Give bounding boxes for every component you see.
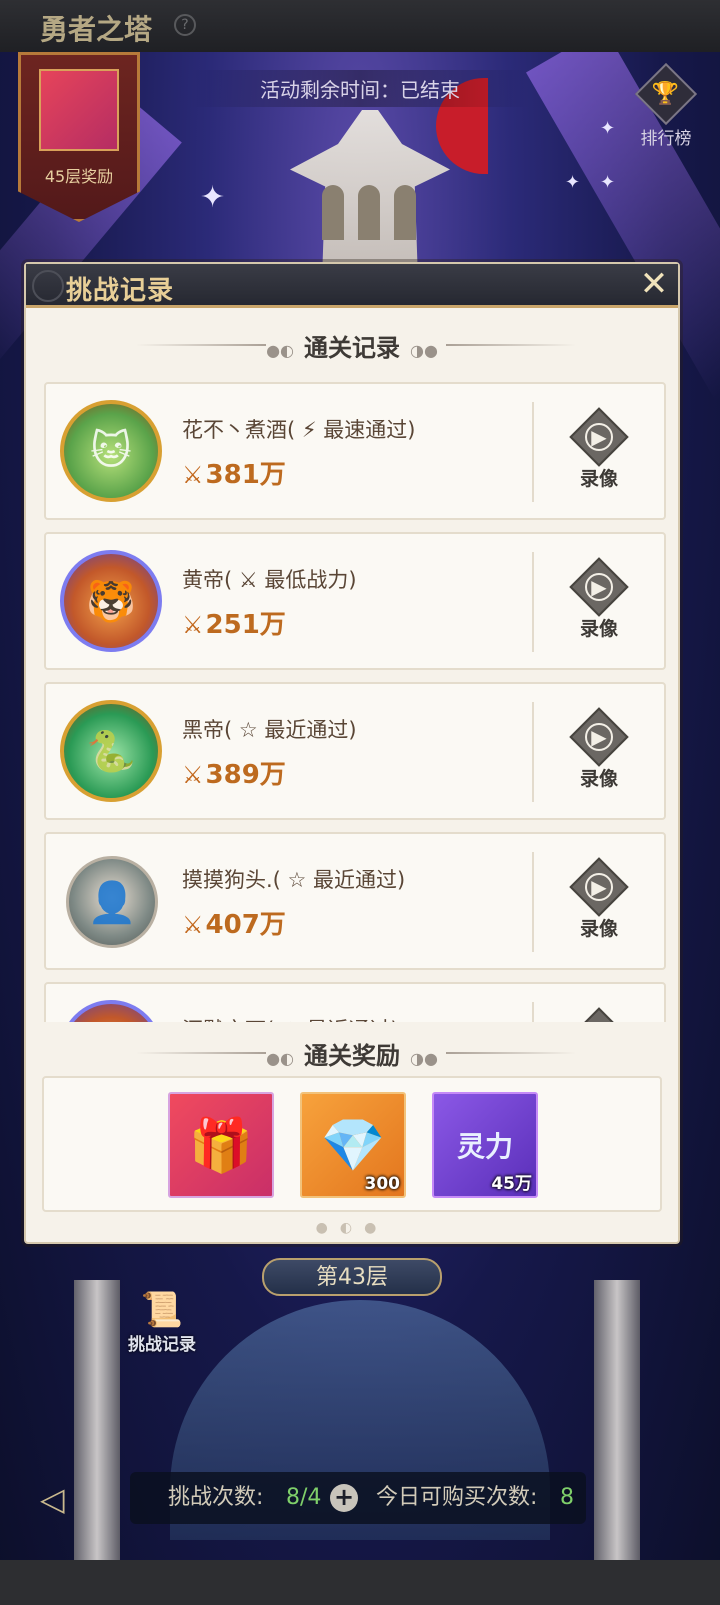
event-timer: 活动剩余时间：已结束	[190, 70, 530, 107]
replay-label: 录像	[579, 768, 618, 790]
player-avatar[interactable]: 🐍	[60, 700, 162, 802]
record-row: 👤 摸摸狗头.( ☆ 最近通过) ⚔407万 ▶ 录像	[44, 832, 666, 970]
record-row: 🐯 沉默之下( ☆ 最近通过) ⚔ ▶ 录像	[44, 982, 666, 1022]
rewards-section-header: ●◐ 通关奖励 ◑●	[266, 1042, 438, 1070]
page-indicator: ●◐●	[315, 1220, 389, 1236]
challenge-count-label: 挑战次数:	[168, 1485, 264, 1510]
crossed-swords-icon: ⚔	[182, 461, 204, 489]
reward-count: 300	[364, 1174, 401, 1194]
play-icon: ▶	[569, 1007, 629, 1022]
sparkle-icon: ✦	[600, 118, 616, 139]
power-value: ⚔381万	[182, 460, 286, 490]
replay-button[interactable]: ▶ 录像	[566, 707, 632, 792]
reward-diamond[interactable]: 💎 300	[300, 1092, 406, 1198]
player-name: 黄帝( ⚔ 最低战力)	[182, 568, 357, 592]
record-row: 🐱 花不丶煮酒( ⚡ 最速通过) ⚔381万 ▶ 录像	[44, 382, 666, 520]
player-name: 花不丶煮酒( ⚡ 最速通过)	[182, 418, 416, 442]
header-ornament	[32, 270, 64, 302]
gift-box-icon: 🎁	[188, 1115, 254, 1176]
pillar	[74, 1280, 120, 1560]
tower-window	[394, 185, 416, 240]
player-name: 摸摸狗头.( ☆ 最近通过)	[182, 868, 406, 892]
sparkle-icon: ✦	[200, 180, 226, 215]
trophy-icon: 🏆	[634, 62, 698, 126]
player-avatar[interactable]: 🐯	[60, 1000, 162, 1022]
reward-gift-box[interactable]: 🎁	[168, 1092, 274, 1198]
help-icon[interactable]: ?	[174, 14, 196, 36]
replay-label: 录像	[579, 918, 618, 940]
tower-window	[358, 185, 380, 240]
player-avatar[interactable]: 👤	[66, 856, 158, 948]
play-icon: ▶	[569, 707, 629, 767]
replay-label: 录像	[579, 468, 618, 490]
challenge-count-value: 8/4	[286, 1485, 322, 1510]
tower-window	[322, 185, 344, 240]
power-value: ⚔407万	[182, 910, 286, 940]
replay-button[interactable]: ▶ 录像	[566, 557, 632, 642]
sparkle-icon: ✦	[565, 172, 581, 193]
challenge-records-dialog: 挑战记录 ✕ ●◐ 通关记录 ◑● 🐱 花不丶煮酒( ⚡ 最速通过) ⚔381万 ▶…	[24, 262, 680, 1244]
floor-label: 第43层	[262, 1258, 442, 1296]
power-value: ⚔389万	[182, 760, 286, 790]
divider	[532, 402, 534, 502]
play-icon: ▶	[569, 857, 629, 917]
ranking-label: 排行榜	[640, 129, 692, 149]
divider	[532, 552, 534, 652]
record-row: 🐍 黑帝( ☆ 最近通过) ⚔389万 ▶ 录像	[44, 682, 666, 820]
divider	[532, 1002, 534, 1022]
replay-label: 录像	[579, 618, 618, 640]
crossed-swords-icon: ⚔	[182, 611, 204, 639]
records-section-title: 通关记录	[304, 334, 400, 362]
buy-count-value: 8	[560, 1485, 574, 1510]
player-avatar[interactable]: 🐱	[60, 400, 162, 502]
challenge-status-bar: 挑战次数: 8/4 + 今日可购买次数: 8	[130, 1472, 586, 1524]
records-section-header: ●◐ 通关记录 ◑●	[266, 334, 438, 362]
reward-spirit-power[interactable]: 灵力 45万	[432, 1092, 538, 1198]
dialog-header: 挑战记录 ✕	[26, 264, 678, 308]
challenge-records-label: 挑战记录	[128, 1335, 196, 1355]
scroll-icon: 📜	[140, 1290, 184, 1330]
gift-box-icon	[39, 69, 119, 151]
floor-reward-label: 45层奖励	[44, 167, 114, 186]
add-attempts-button[interactable]: +	[330, 1484, 358, 1512]
floor-reward-banner[interactable]: 45层奖励	[18, 52, 140, 222]
reward-count: 45万	[491, 1174, 532, 1194]
replay-button[interactable]: ▶ 录像	[566, 1007, 632, 1022]
divider	[532, 702, 534, 802]
ranking-button[interactable]: 🏆 排行榜	[630, 62, 702, 149]
record-row: 🐯 黄帝( ⚔ 最低战力) ⚔251万 ▶ 录像	[44, 532, 666, 670]
dialog-title: 挑战记录	[66, 276, 175, 306]
play-icon: ▶	[569, 407, 629, 467]
replay-button[interactable]: ▶ 录像	[566, 407, 632, 492]
buy-count-label: 今日可购买次数:	[376, 1485, 538, 1510]
records-list[interactable]: 🐱 花不丶煮酒( ⚡ 最速通过) ⚔381万 ▶ 录像 🐯 黄帝( ⚔ 最低战力…	[44, 382, 666, 1022]
player-name: 沉默之下( ☆ 最近通过)	[182, 1014, 399, 1022]
divider	[532, 852, 534, 952]
system-nav-bar	[0, 1560, 720, 1605]
back-arrow-icon[interactable]: ◁	[40, 1480, 65, 1518]
pillar	[594, 1280, 640, 1560]
top-bar: 勇者之塔 ?	[0, 0, 720, 52]
rewards-panel: 🎁 💎 300 灵力 45万	[42, 1076, 662, 1212]
player-avatar[interactable]: 🐯	[60, 550, 162, 652]
player-name: 黑帝( ☆ 最近通过)	[182, 718, 357, 742]
crossed-swords-icon: ⚔	[182, 761, 204, 789]
crossed-swords-icon: ⚔	[182, 911, 204, 939]
play-icon: ▶	[569, 557, 629, 617]
replay-button[interactable]: ▶ 录像	[566, 857, 632, 942]
rewards-section-title: 通关奖励	[304, 1042, 400, 1070]
sparkle-icon: ✦	[600, 172, 616, 193]
page-title: 勇者之塔	[40, 13, 153, 46]
game-scene: ✦ ✦ ✦ ✦ 勇者之塔 ? 45层奖励 活动剩余时间：已结束 🏆 排行榜 第4…	[0, 0, 720, 1605]
close-icon[interactable]: ✕	[634, 264, 674, 304]
challenge-records-button[interactable]: 📜 挑战记录	[120, 1290, 204, 1370]
power-value: ⚔251万	[182, 610, 286, 640]
